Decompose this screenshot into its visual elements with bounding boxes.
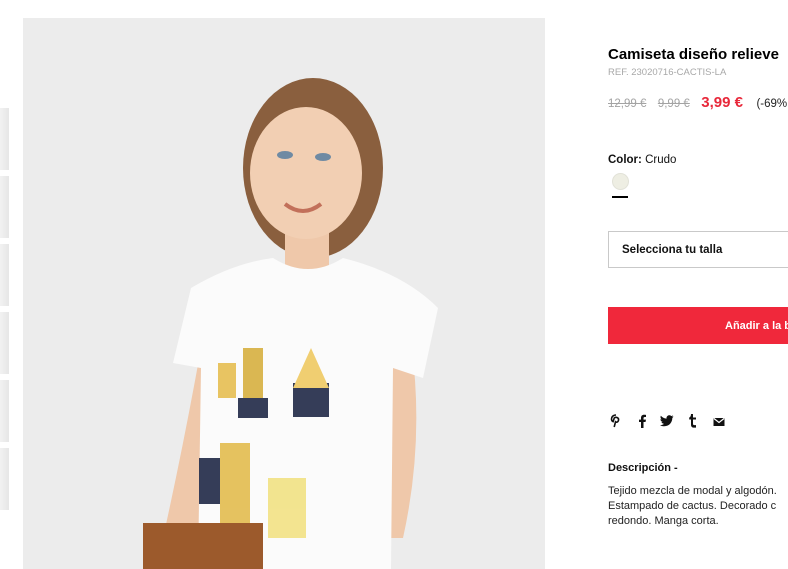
thumbnail-strip xyxy=(0,108,9,569)
add-to-bag-label: Añadir a la b xyxy=(725,320,788,332)
product-info-panel: Camiseta diseño relieve REF. 23020716-CA… xyxy=(608,0,788,569)
twitter-icon[interactable] xyxy=(659,414,675,432)
size-select-label: Selecciona tu talla xyxy=(622,244,723,256)
add-to-bag-button[interactable]: Añadir a la b xyxy=(608,307,788,344)
price-block: 12,99 € 9,99 € 3,99 € (-69% xyxy=(608,94,787,112)
color-label-key: Color: xyxy=(608,154,642,166)
current-price: 3,99 € xyxy=(701,94,743,111)
product-main-image[interactable] xyxy=(23,18,545,569)
product-title: Camiseta diseño relieve xyxy=(608,46,779,63)
thumbnail-2[interactable] xyxy=(0,176,9,239)
color-value: Crudo xyxy=(645,154,677,166)
color-label: Color: Crudo xyxy=(608,154,676,166)
email-icon[interactable] xyxy=(711,414,727,432)
thumbnail-3[interactable] xyxy=(0,244,9,307)
color-swatch-crudo[interactable] xyxy=(612,173,629,190)
product-reference: REF. 23020716-CACTIS-LA xyxy=(608,67,727,78)
tumblr-icon[interactable] xyxy=(685,414,701,432)
thumbnail-4[interactable] xyxy=(0,312,9,375)
thumbnail-6[interactable] xyxy=(0,448,9,511)
previous-price: 9,99 € xyxy=(657,98,690,110)
pinterest-icon[interactable] xyxy=(608,414,624,432)
selected-swatch-indicator xyxy=(612,196,628,198)
thumbnail-5[interactable] xyxy=(0,380,9,443)
description-line: Estampado de cactus. Decorado c xyxy=(608,500,777,512)
facebook-icon[interactable] xyxy=(634,414,650,432)
description-line: redondo. Manga corta. xyxy=(608,515,719,527)
description-title[interactable]: Descripción - xyxy=(608,462,678,474)
original-price: 12,99 € xyxy=(608,98,647,110)
thumbnail-1[interactable] xyxy=(0,108,9,171)
discount-percent: (-69% xyxy=(756,98,788,110)
size-select[interactable]: Selecciona tu talla xyxy=(608,231,788,268)
description-line: Tejido mezcla de modal y algodón. xyxy=(608,485,777,497)
description-body: Tejido mezcla de modal y algodón. Estamp… xyxy=(608,484,788,529)
